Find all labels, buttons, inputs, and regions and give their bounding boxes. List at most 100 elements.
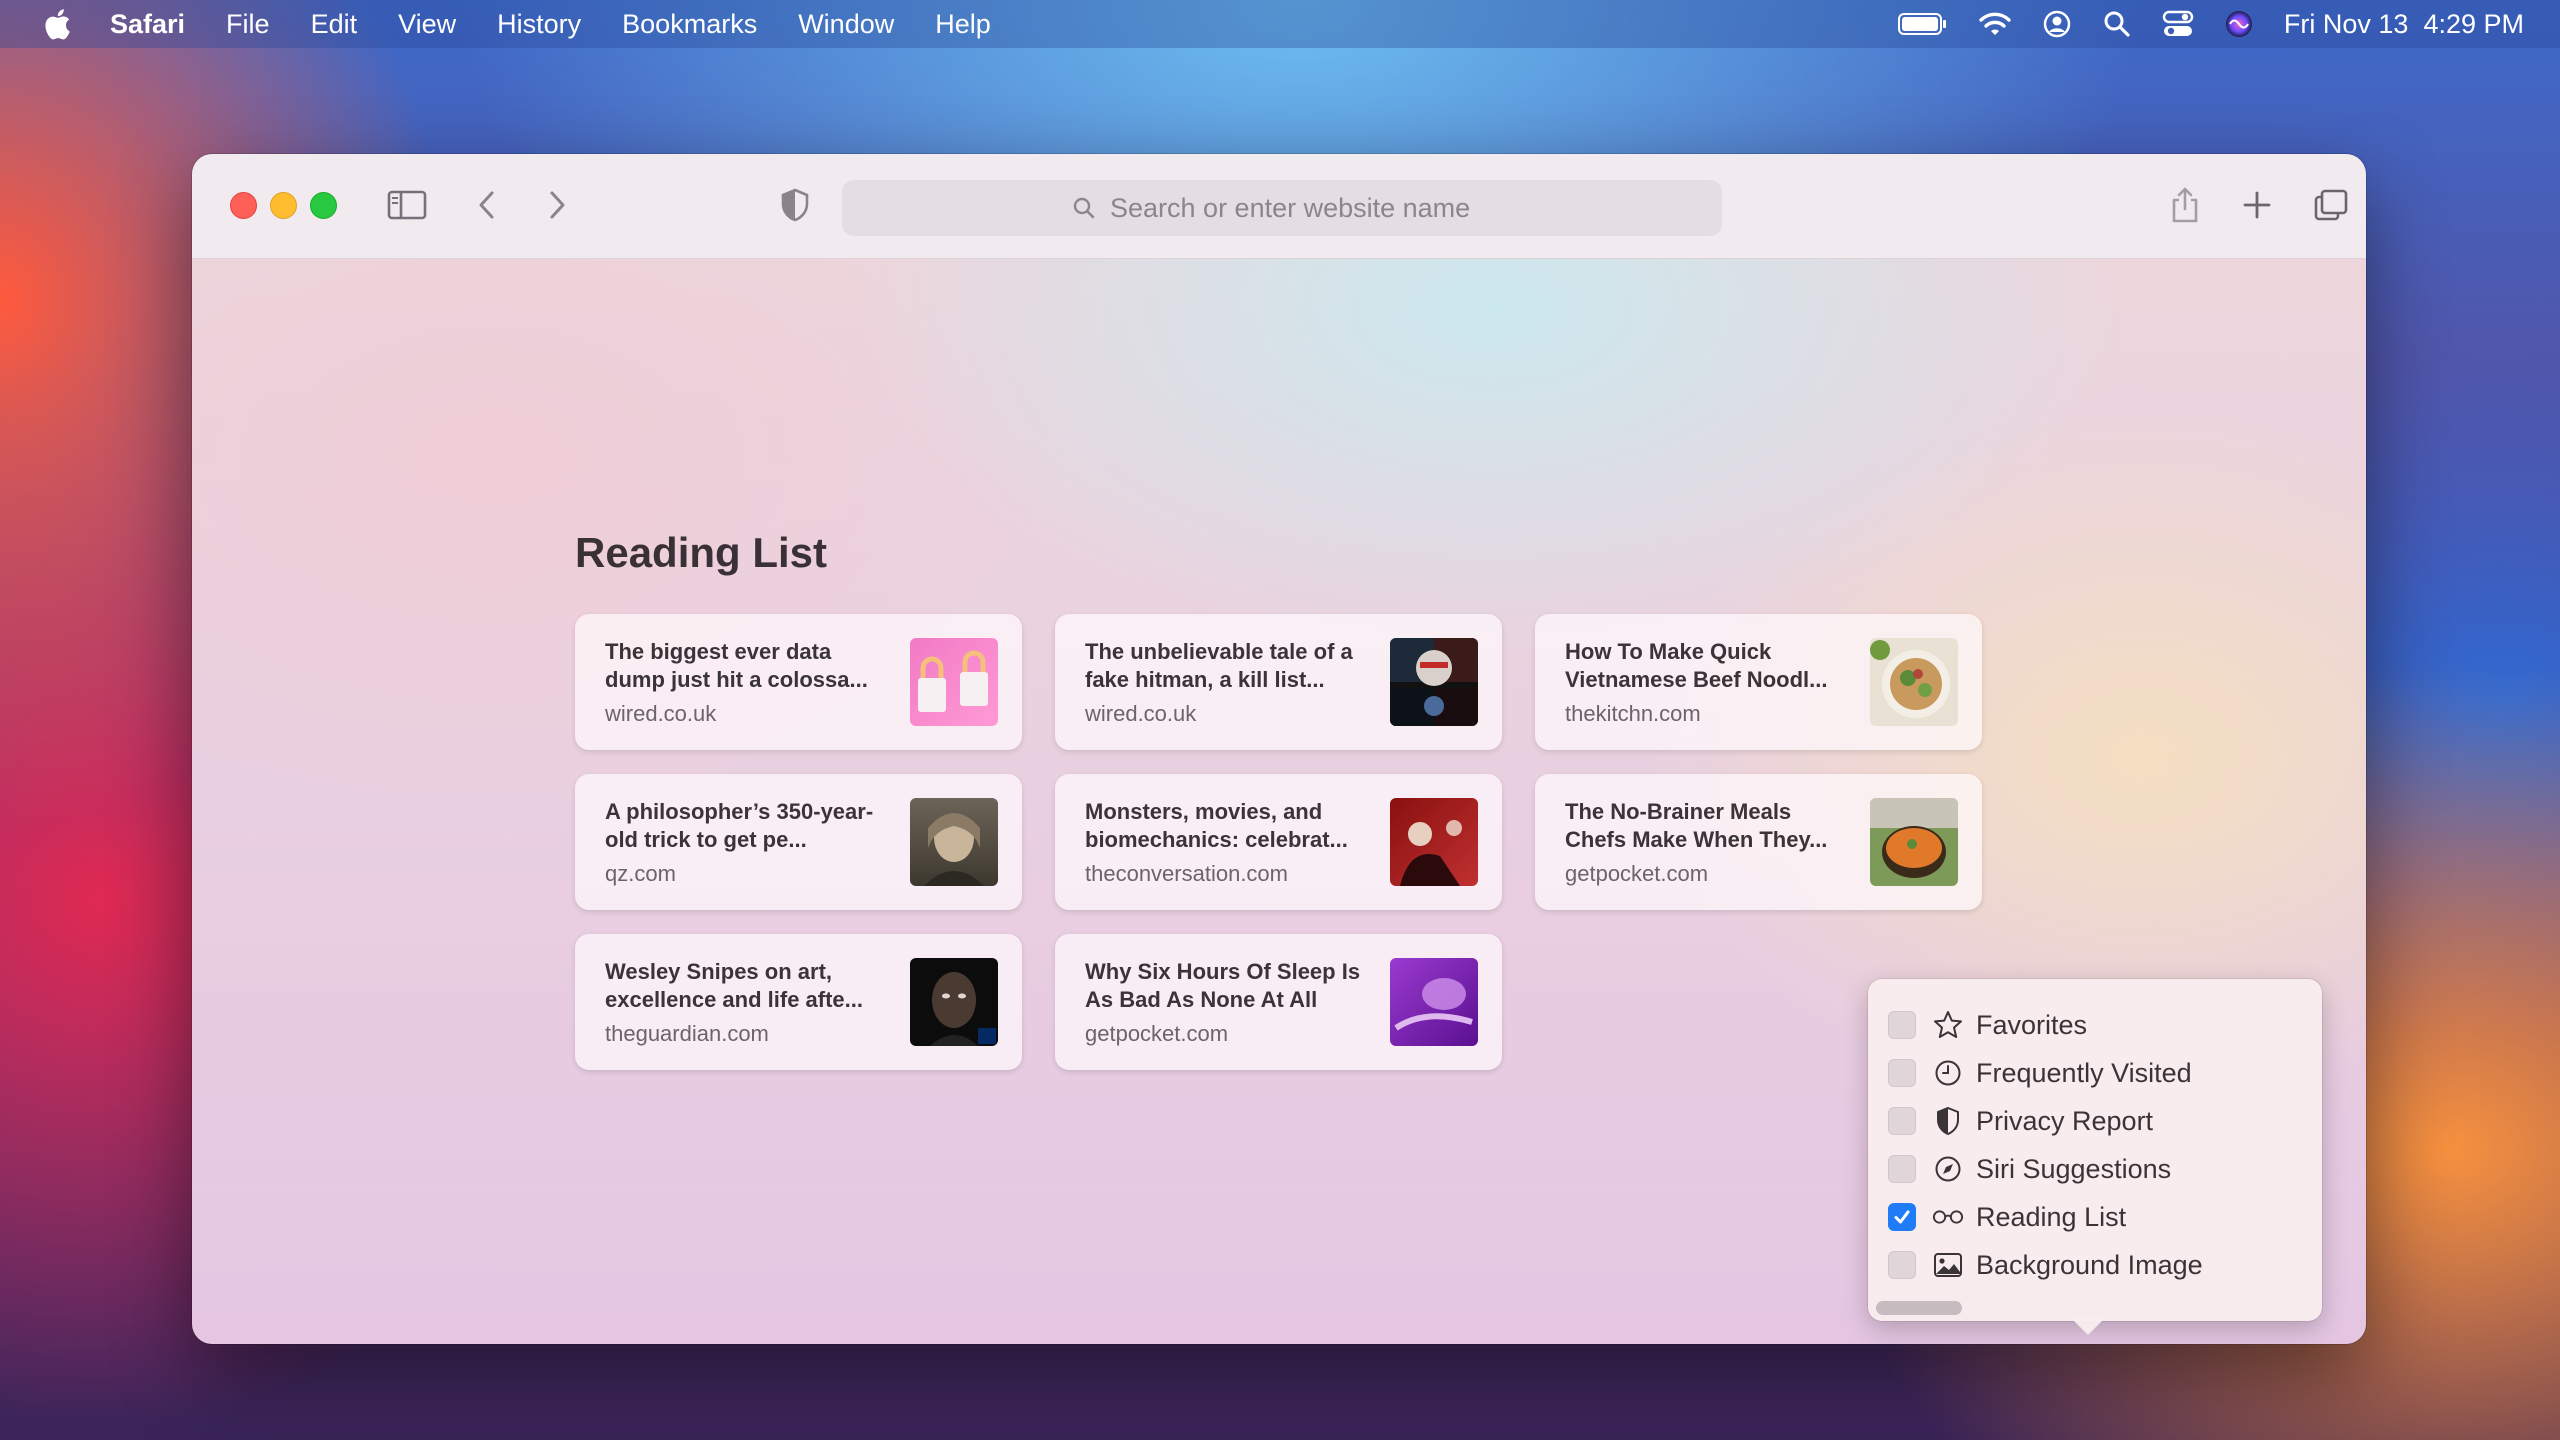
new-tab-button[interactable] — [2236, 184, 2278, 226]
privacy-report-checkbox[interactable] — [1888, 1107, 1916, 1135]
tab-overview-button[interactable] — [2310, 184, 2352, 226]
menu-window[interactable]: Window — [798, 9, 894, 40]
control-center-icon[interactable] — [2162, 10, 2194, 38]
card-thumbnail-sleep — [1390, 958, 1478, 1046]
reading-list-card[interactable]: The biggest ever data dump just hit a co… — [575, 614, 1022, 750]
compass-icon — [1935, 1156, 1961, 1182]
card-domain: getpocket.com — [1565, 861, 1709, 886]
card-thumbnail-pascal-portrait — [910, 798, 998, 886]
card-thumbnail-locks — [910, 638, 998, 726]
chevron-right-icon — [550, 191, 565, 219]
menu-edit[interactable]: Edit — [311, 9, 358, 40]
tab-overview-icon — [2314, 189, 2348, 221]
card-title: The unbelievable tale of a fake hitman, … — [1085, 639, 1353, 692]
wifi-icon[interactable] — [1978, 11, 2012, 37]
card-thumbnail-hitman — [1390, 638, 1478, 726]
minimize-window-button[interactable] — [270, 192, 297, 219]
search-input[interactable] — [1108, 191, 1492, 225]
forward-button[interactable] — [536, 184, 578, 226]
background-image-toggle[interactable]: Background Image — [1888, 1245, 2203, 1285]
apple-menu-icon[interactable] — [42, 7, 72, 41]
reading-list-card[interactable]: A philosopher’s 350-year-old trick to ge… — [575, 774, 1022, 910]
popover-scrollbar[interactable] — [1876, 1301, 1962, 1315]
spotlight-search-icon[interactable] — [2102, 9, 2132, 39]
reading-list-checkbox[interactable] — [1888, 1203, 1916, 1231]
frequently-visited-toggle[interactable]: Frequently Visited — [1888, 1053, 2192, 1093]
card-domain: wired.co.uk — [605, 701, 717, 726]
card-title: The biggest ever data dump just hit a co… — [605, 639, 868, 692]
share-button[interactable] — [2164, 184, 2206, 226]
favorites-label: Favorites — [1976, 1009, 2088, 1040]
photo-icon — [1934, 1253, 1962, 1277]
address-bar[interactable] — [842, 180, 1722, 236]
card-thumbnail-noodles — [1870, 638, 1958, 726]
sidebar-icon — [387, 190, 427, 220]
frequently-visited-checkbox[interactable] — [1888, 1059, 1916, 1087]
card-domain: theconversation.com — [1085, 861, 1288, 886]
zoom-window-button[interactable] — [310, 192, 337, 219]
back-button[interactable] — [466, 184, 508, 226]
star-icon — [1934, 1011, 1962, 1038]
menubar-status-area: Fri Nov 13 4:29 PM — [1897, 0, 2524, 48]
siri-suggestions-toggle[interactable]: Siri Suggestions — [1888, 1149, 2171, 1189]
glasses-icon — [1932, 1210, 1964, 1224]
menu-bookmarks[interactable]: Bookmarks — [622, 9, 757, 40]
card-title: A philosopher’s 350-year-old trick to ge… — [605, 799, 874, 852]
card-title: How To Make Quick Vietnamese Beef Noodl.… — [1565, 639, 1828, 692]
siri-suggestions-checkbox[interactable] — [1888, 1155, 1916, 1183]
frequently-visited-label: Frequently Visited — [1976, 1057, 2192, 1088]
card-title: Wesley Snipes on art, excellence and lif… — [605, 959, 864, 1012]
reading-list-heading: Reading List — [575, 529, 828, 576]
privacy-report-label: Privacy Report — [1976, 1105, 2154, 1136]
background-image-checkbox[interactable] — [1888, 1251, 1916, 1279]
card-domain: wired.co.uk — [1085, 701, 1197, 726]
reading-list-label: Reading List — [1976, 1201, 2127, 1232]
favorites-toggle[interactable]: Favorites — [1888, 1005, 2087, 1045]
share-icon — [2172, 187, 2198, 223]
privacy-report-button[interactable] — [774, 184, 816, 226]
reading-list-card[interactable]: Monsters, movies, and biomechanics: cele… — [1055, 774, 1502, 910]
chevron-left-icon — [479, 191, 494, 219]
card-domain: qz.com — [605, 861, 676, 886]
background-image-label: Background Image — [1976, 1249, 2203, 1280]
shield-icon — [781, 188, 809, 222]
sidebar-toggle-button[interactable] — [386, 184, 428, 226]
card-thumbnail-soup — [1870, 798, 1958, 886]
search-icon — [1073, 197, 1095, 219]
popover-arrow — [2070, 1317, 2106, 1335]
siri-suggestions-label: Siri Suggestions — [1976, 1153, 2172, 1184]
card-thumbnail-monsters — [1390, 798, 1478, 886]
reading-list-card[interactable]: The unbelievable tale of a fake hitman, … — [1055, 614, 1502, 750]
reading-list-toggle[interactable]: Reading List — [1888, 1197, 2126, 1237]
checkmark-icon — [1894, 1210, 1910, 1224]
card-domain: theguardian.com — [605, 1021, 769, 1046]
favorites-checkbox[interactable] — [1888, 1011, 1916, 1039]
card-title: Monsters, movies, and biomechanics: cele… — [1085, 799, 1348, 852]
menu-bar: Safari File Edit View History Bookmarks … — [0, 0, 2560, 48]
menu-help[interactable]: Help — [935, 9, 991, 40]
menubar-clock[interactable]: Fri Nov 13 4:29 PM — [2284, 9, 2524, 40]
start-page: Reading List The biggest ever data dump … — [192, 259, 2366, 1344]
siri-icon[interactable] — [2224, 9, 2254, 39]
customize-start-page-popover: Favorites Frequently Visited Privacy Rep… — [1868, 979, 2322, 1321]
menu-file[interactable]: File — [226, 9, 270, 40]
shield-icon — [1937, 1106, 1959, 1136]
reading-list-card[interactable]: The No-Brainer Meals Chefs Make When The… — [1535, 774, 1982, 910]
card-title: Why Six Hours Of Sleep Is As Bad As None… — [1085, 959, 1361, 1012]
card-domain: getpocket.com — [1085, 1021, 1229, 1046]
battery-icon[interactable] — [1897, 12, 1948, 36]
reading-list-card[interactable]: How To Make Quick Vietnamese Beef Noodl.… — [1535, 614, 1982, 750]
privacy-report-toggle[interactable]: Privacy Report — [1888, 1101, 2153, 1141]
reading-list-card[interactable]: Wesley Snipes on art, excellence and lif… — [575, 934, 1022, 1070]
safari-toolbar — [192, 154, 2366, 259]
close-window-button[interactable] — [230, 192, 257, 219]
card-title: The No-Brainer Meals Chefs Make When The… — [1565, 799, 1828, 852]
reading-list-card[interactable]: Why Six Hours Of Sleep Is As Bad As None… — [1055, 934, 1502, 1070]
user-account-icon[interactable] — [2042, 9, 2072, 39]
menu-view[interactable]: View — [398, 9, 456, 40]
card-thumbnail-wesley-snipes — [910, 958, 998, 1046]
menu-app-safari[interactable]: Safari — [110, 9, 185, 40]
safari-window: Reading List The biggest ever data dump … — [192, 154, 2366, 1344]
card-domain: thekitchn.com — [1565, 701, 1701, 726]
menu-history[interactable]: History — [497, 9, 581, 40]
